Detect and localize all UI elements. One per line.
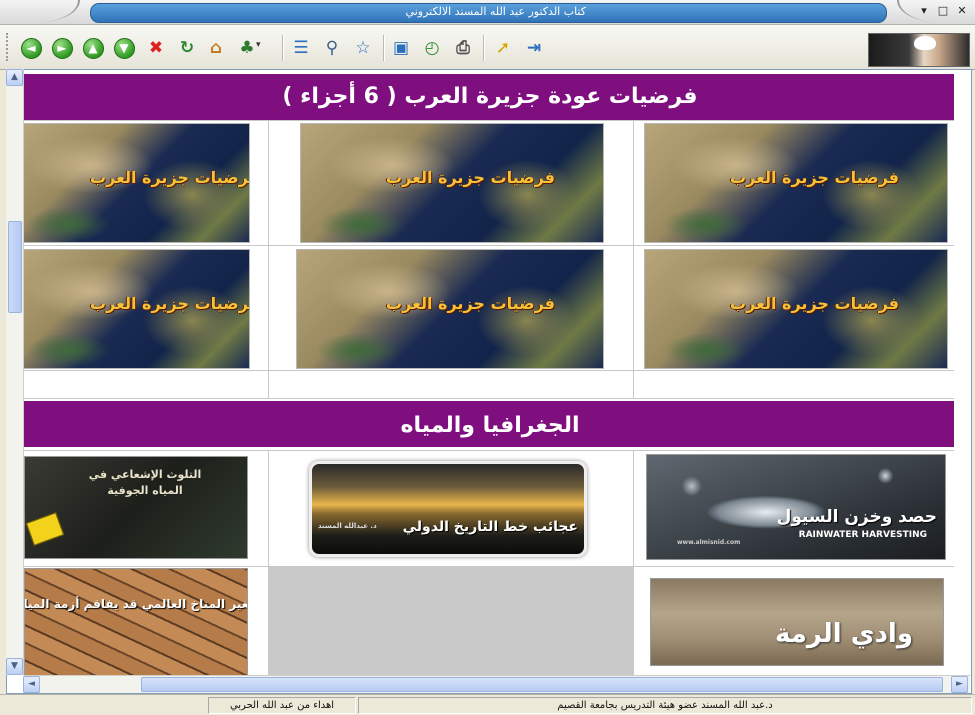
search-icon: ⚲	[325, 38, 339, 58]
title-bar: كتاب الدكتور عبد الله المسند الالكتروني …	[0, 0, 975, 25]
dropdown-arrow-icon[interactable]: ▾	[256, 40, 261, 50]
vertical-scrollbar[interactable]: ▲ ▼	[6, 69, 24, 675]
toolbar-separator	[282, 35, 284, 61]
horizontal-scrollbar[interactable]: ◄ ►	[23, 675, 970, 693]
thumbnail-title: حصد وخزن السيول	[776, 507, 937, 527]
tree-icon: ♣	[239, 38, 255, 58]
section-banner: فرضيات عودة جزيرة العرب ( 6 أجزاء )	[24, 74, 954, 120]
map-thumbnail-2[interactable]: فرضيات جزيرة العرب	[300, 123, 604, 243]
geiger-counter-icon	[25, 512, 65, 546]
forward-button[interactable]: ►	[51, 37, 73, 59]
wadi-alrumah-thumbnail[interactable]: وادي الرمة	[650, 578, 944, 666]
refresh-button[interactable]: ↻	[176, 37, 198, 59]
status-dedication: اهداء من عبد الله الحربي	[208, 697, 356, 714]
stop-icon: ✖	[148, 38, 164, 58]
international-date-line-thumbnail[interactable]: عجائب خط التاريخ الدولي د. عبدالله المسن…	[309, 461, 587, 557]
toolbar-grip[interactable]	[6, 33, 12, 61]
map-caption: فرضيات جزيرة العرب	[385, 294, 555, 313]
scroll-left-icon[interactable]: ◄	[23, 676, 40, 693]
status-author: د.عبد الله المسند عضو هيئة التدريس بجامع…	[358, 697, 972, 714]
map-thumbnail-5[interactable]: فرضيات جزيرة العرب	[296, 249, 604, 369]
thumbnail-subtitle: RAINWATER HARVESTING	[798, 530, 927, 540]
cursor-icon: ➚	[495, 38, 511, 58]
home-button[interactable]: ⌂	[205, 37, 227, 59]
toolbar-separator	[483, 35, 485, 61]
grid-line	[268, 120, 269, 398]
climate-change-thumbnail[interactable]: تغير المناخ العالمي قد يفاقم أزمة المياه	[24, 568, 248, 675]
horizontal-scroll-thumb[interactable]	[141, 677, 943, 692]
stop-button[interactable]: ✖	[145, 37, 167, 59]
window-title: كتاب الدكتور عبد الله المسند الالكتروني	[405, 5, 586, 18]
arrow-down-icon: ▼	[113, 37, 135, 59]
map-thumbnail-3[interactable]: فرضيات جزيرة العرب	[24, 123, 250, 243]
map-thumbnail-1[interactable]: فرضيات جزيرة العرب	[644, 123, 948, 243]
page-content: فرضيات عودة جزيرة العرب ( 6 أجزاء ) فرضي…	[24, 70, 954, 675]
vertical-scroll-thumb[interactable]	[8, 221, 22, 313]
home-icon: ⌂	[209, 38, 223, 58]
printer-icon: ⎙	[456, 38, 470, 58]
history-icon: ◴	[424, 38, 440, 58]
map-caption: فرضيات جزيرة العرب	[729, 168, 899, 187]
down-button[interactable]: ▼	[113, 37, 135, 59]
scroll-right-icon[interactable]: ►	[951, 676, 968, 693]
grid-line	[24, 370, 954, 371]
thumbnail-title: تغير المناخ العالمي قد يفاقم أزمة المياه	[24, 597, 248, 611]
search-button[interactable]: ⚲	[321, 37, 343, 59]
empty-cell	[269, 567, 633, 675]
minimize-button[interactable]: ▾	[917, 4, 931, 18]
refresh-icon: ↻	[179, 38, 195, 58]
history-button[interactable]: ◴	[421, 37, 443, 59]
radioactive-pollution-thumbnail[interactable]: التلوث الإشعاعي في المياه الجوفية	[24, 456, 248, 559]
exit-button[interactable]: ⇥	[523, 37, 545, 59]
status-bar: اهداء من عبد الله الحربي د.عبد الله المس…	[0, 694, 975, 715]
title-notch-left	[0, 0, 80, 22]
thumbnail-site: www.almisnid.com	[677, 539, 741, 546]
star-icon: ☆	[355, 38, 371, 58]
grid-line	[24, 450, 954, 451]
map-caption: فرضيات جزيرة العرب	[385, 168, 555, 187]
thumbnail-title: التلوث الإشعاعي في المياه الجوفية	[88, 468, 202, 497]
thumbnail-title: وادي الرمة	[774, 619, 913, 649]
grid-line	[24, 120, 954, 121]
grid-line	[24, 245, 954, 246]
pointer-button[interactable]: ➚	[492, 37, 514, 59]
scroll-up-icon[interactable]: ▲	[6, 69, 23, 86]
grid-line	[24, 398, 954, 399]
contents-button[interactable]: ☰	[290, 37, 312, 59]
window-icon: ▣	[392, 38, 410, 58]
grid-line	[633, 450, 634, 675]
exit-icon: ⇥	[526, 38, 542, 58]
map-thumbnail-4[interactable]: فرضيات جزيرة العرب	[644, 249, 948, 369]
map-caption: فرضيات جزيرة العرب	[89, 294, 250, 313]
arrow-up-icon: ▲	[82, 37, 104, 59]
rainwater-harvesting-thumbnail[interactable]: حصد وخزن السيول RAINWATER HARVESTING www…	[646, 454, 946, 560]
section-banner: الجغرافيا والمياه	[24, 401, 954, 447]
map-caption: فرضيات جزيرة العرب	[89, 168, 250, 187]
title-pill: كتاب الدكتور عبد الله المسند الالكتروني	[90, 3, 887, 23]
thumbnail-title: عجائب خط التاريخ الدولي	[402, 519, 578, 535]
map-thumbnail-6[interactable]: فرضيات جزيرة العرب	[24, 249, 250, 369]
toolbar-separator	[383, 35, 385, 61]
arrow-right-icon: ►	[51, 37, 73, 59]
toolbar: ◄ ► ▲ ▼ ✖ ↻ ⌂ ♣ ▾ ☰ ⚲ ☆ ▣ ◴ ⎙ ➚ ⇥	[0, 25, 975, 70]
fullscreen-button[interactable]: ▣	[390, 37, 412, 59]
up-button[interactable]: ▲	[82, 37, 104, 59]
thumbnail-author: د. عبدالله المسند	[318, 522, 377, 530]
grid-line	[633, 120, 634, 398]
tree-button[interactable]: ♣ ▾	[236, 37, 261, 59]
back-button[interactable]: ◄	[20, 37, 42, 59]
print-button[interactable]: ⎙	[452, 37, 474, 59]
close-button[interactable]: ✕	[955, 4, 969, 18]
scroll-down-icon[interactable]: ▼	[6, 658, 23, 675]
favorites-button[interactable]: ☆	[352, 37, 374, 59]
author-avatar	[868, 33, 970, 67]
contents-icon: ☰	[293, 38, 309, 58]
maximize-button[interactable]: □	[936, 4, 950, 18]
right-margin	[954, 70, 970, 675]
map-caption: فرضيات جزيرة العرب	[729, 294, 899, 313]
arrow-left-icon: ◄	[20, 37, 42, 59]
